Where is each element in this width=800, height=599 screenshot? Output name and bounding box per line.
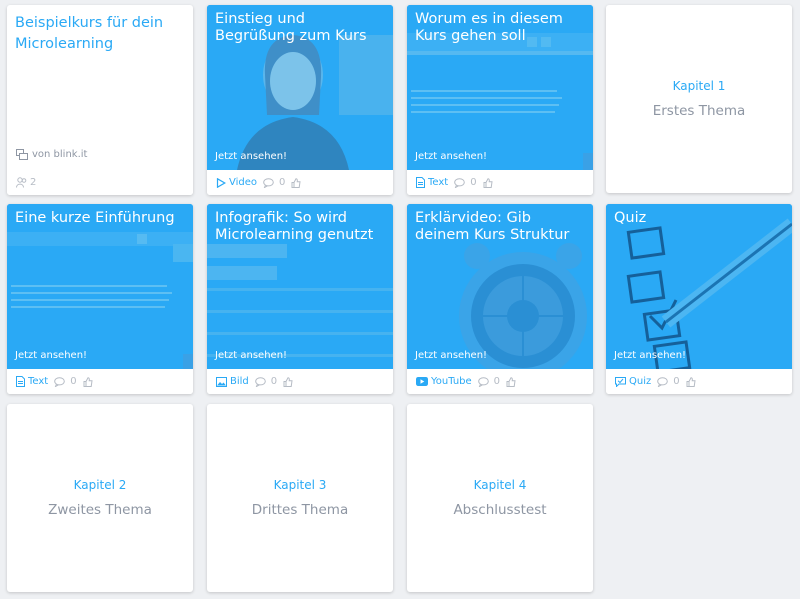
card-footer: Quiz 0 xyxy=(606,369,792,394)
author-label: von blink.it xyxy=(32,149,88,160)
card-footer: Text 0 xyxy=(7,369,193,394)
course-title: Beispielkurs für dein Microlearning xyxy=(15,15,164,52)
card-footer: YouTube 0 xyxy=(407,369,593,394)
card-title: Erklärvideo: Gib deinem Kurs Struktur xyxy=(415,210,570,243)
view-link[interactable]: Jetzt ansehen! xyxy=(215,350,287,361)
author-icon xyxy=(16,149,28,160)
document-icon xyxy=(16,376,25,387)
card-thumbnail: Eine kurze Einführung Jetzt ansehen! xyxy=(7,204,193,369)
chapter-card-3[interactable]: Kapitel 3 Drittes Thema xyxy=(207,404,393,592)
card-thumbnail: Erklärvideo: Gib deinem Kurs Struktur Je… xyxy=(407,204,593,369)
card-thumbnail: Quiz Jetzt ansehen! xyxy=(606,204,792,369)
comment-icon[interactable] xyxy=(477,376,489,387)
like-icon[interactable] xyxy=(686,376,696,387)
like-icon[interactable] xyxy=(283,376,293,387)
chapter-label: Kapitel 4 xyxy=(473,478,527,492)
chapter-card-4[interactable]: Kapitel 4 Abschlusstest xyxy=(407,404,593,592)
comment-count: 0 xyxy=(470,177,477,188)
chapter-title: Abschlusstest xyxy=(453,502,547,518)
like-icon[interactable] xyxy=(506,376,516,387)
chapter-label: Kapitel 3 xyxy=(273,478,327,492)
comment-count: 0 xyxy=(279,177,286,188)
view-link[interactable]: Jetzt ansehen! xyxy=(15,350,87,361)
card-title: Quiz xyxy=(614,210,647,226)
card-title: Einstieg und Begrüßung zum Kurs xyxy=(215,11,367,44)
comment-count: 0 xyxy=(270,376,278,387)
chapter-title: Drittes Thema xyxy=(251,502,349,518)
chapter-label: Kapitel 2 xyxy=(73,478,127,492)
view-link[interactable]: Jetzt ansehen! xyxy=(215,151,287,162)
comment-icon[interactable] xyxy=(54,376,66,387)
comment-icon[interactable] xyxy=(254,376,266,387)
image-icon xyxy=(216,376,227,387)
view-link[interactable]: Jetzt ansehen! xyxy=(415,151,487,162)
lesson-card-image[interactable]: Infografik: So wird Microlearning genutz… xyxy=(207,204,393,394)
member-count: 2 xyxy=(30,177,37,188)
quiz-icon xyxy=(615,376,626,387)
card-title: Eine kurze Einführung xyxy=(15,210,175,226)
comment-count: 0 xyxy=(70,376,77,387)
view-link[interactable]: Jetzt ansehen! xyxy=(415,350,487,361)
content-type: YouTube xyxy=(431,376,472,387)
lesson-card-text[interactable]: Worum es in diesem Kurs gehen soll Jetzt… xyxy=(407,5,593,195)
lesson-card-quiz[interactable]: Quiz Jetzt ansehen! Quiz 0 xyxy=(606,204,792,394)
like-icon[interactable] xyxy=(483,177,493,188)
card-footer: Video 0 xyxy=(207,170,393,195)
play-icon xyxy=(216,177,226,188)
chapter-card-2[interactable]: Kapitel 2 Zweites Thema xyxy=(7,404,193,592)
comment-count: 0 xyxy=(673,376,680,387)
comment-icon[interactable] xyxy=(454,177,466,188)
comment-count: 0 xyxy=(493,376,501,387)
card-title: Worum es in diesem Kurs gehen soll xyxy=(415,11,563,44)
card-footer: Text 0 xyxy=(407,170,593,195)
chapter-title: Erstes Thema xyxy=(652,103,746,119)
chapter-title: Zweites Thema xyxy=(48,502,152,518)
like-icon[interactable] xyxy=(83,376,93,387)
youtube-icon xyxy=(416,377,428,386)
lesson-card-text[interactable]: Eine kurze Einführung Jetzt ansehen! Tex… xyxy=(7,204,193,394)
content-type: Bild xyxy=(230,376,249,387)
card-footer: Bild 0 xyxy=(207,369,393,394)
lesson-card-video[interactable]: Einstieg und Begrüßung zum Kurs Jetzt an… xyxy=(207,5,393,195)
content-type: Quiz xyxy=(629,376,652,387)
content-type: Text xyxy=(28,376,49,387)
course-intro-card[interactable]: Beispielkurs für dein Microlearning von … xyxy=(7,5,193,195)
content-type: Video xyxy=(229,177,258,188)
comment-icon[interactable] xyxy=(657,376,669,387)
lesson-card-youtube[interactable]: Erklärvideo: Gib deinem Kurs Struktur Je… xyxy=(407,204,593,394)
users-icon xyxy=(16,177,27,188)
intro-footer: 2 xyxy=(7,170,193,195)
view-link[interactable]: Jetzt ansehen! xyxy=(614,350,686,361)
course-author: von blink.it xyxy=(16,149,87,160)
document-icon xyxy=(416,177,425,188)
like-icon[interactable] xyxy=(291,177,301,188)
card-thumbnail: Einstieg und Begrüßung zum Kurs Jetzt an… xyxy=(207,5,393,170)
chapter-card-1[interactable]: Kapitel 1 Erstes Thema xyxy=(606,5,792,193)
content-type: Text xyxy=(428,177,449,188)
card-thumbnail: Worum es in diesem Kurs gehen soll Jetzt… xyxy=(407,5,593,170)
card-thumbnail: Infografik: So wird Microlearning genutz… xyxy=(207,204,393,369)
comment-icon[interactable] xyxy=(263,177,274,188)
chapter-label: Kapitel 1 xyxy=(672,79,726,93)
card-title: Infografik: So wird Microlearning genutz… xyxy=(215,210,374,243)
